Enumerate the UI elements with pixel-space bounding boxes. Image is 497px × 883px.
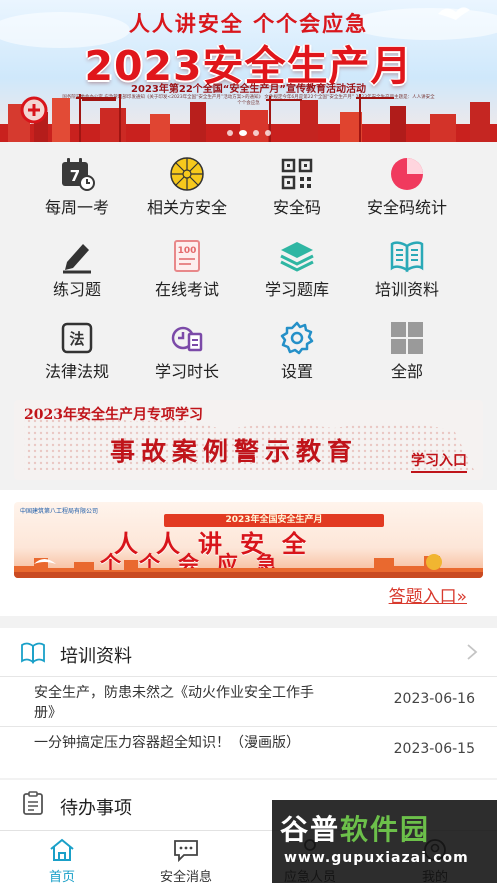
carousel-indicator[interactable] — [0, 130, 497, 136]
study-entry-link[interactable]: 学习入口 — [411, 450, 467, 473]
svg-text:100: 100 — [178, 246, 197, 256]
law-icon: 法 — [61, 322, 93, 354]
grid-item-related-party-safety[interactable]: 相关方安全 — [132, 148, 242, 218]
watermark-title: 谷普软件园 — [280, 808, 430, 848]
gear-icon — [280, 321, 314, 355]
quiz-promo-banner[interactable]: 中国建筑第八工程局有限公司 2023年全国安全生产月 人人讲安全 个个会应急 — [14, 502, 483, 578]
clock-calendar-icon — [171, 326, 203, 352]
site-watermark: 谷普软件园 www.gupuxiazai.com — [272, 800, 497, 883]
grid-item-label: 安全码统计 — [366, 198, 447, 217]
training-item[interactable]: 安全生产，防患未然之《动火作业安全工作手册》 2023-06-16 — [0, 676, 497, 726]
grid-item-weekly-exam[interactable]: 7 每周一考 — [22, 148, 132, 218]
nav-label: 安全消息 — [159, 870, 212, 883]
carousel-dot[interactable] — [252, 130, 259, 136]
todo-section-title: 待办事项 — [60, 798, 132, 819]
app-home-screen: 人人讲安全 个个会应急 2023安全生产月 2023年第22个全国“安全生产月”… — [0, 0, 497, 883]
svg-text:法: 法 — [69, 330, 84, 348]
grid-item-online-exam[interactable]: 100 在线考试 — [132, 230, 242, 300]
training-item-title: 一分钟搞定压力容器超全知识！（漫画版） — [34, 735, 300, 751]
training-materials-section: 培训资料 安全生产，防患未然之《动火作业安全工作手册》 2023-06-16 一… — [0, 628, 497, 778]
grid-item-safety-code-stats[interactable]: 安全码统计 — [352, 148, 462, 218]
calendar-7-icon: 7 — [62, 158, 95, 191]
training-item[interactable]: 一分钟搞定压力容器超全知识！（漫画版） 2023-06-15 — [0, 726, 497, 776]
study-promo-headline: 事故案例警示教育 — [110, 437, 359, 466]
grid-item-study-time[interactable]: 学习时长 — [132, 312, 242, 382]
grid-item-practice[interactable]: 练习题 — [22, 230, 132, 300]
pie-chart-icon — [391, 158, 423, 190]
study-promo-title: 2023年安全生产月专项学习 — [24, 407, 203, 423]
carousel-dot[interactable] — [238, 130, 247, 136]
all-grid-icon — [391, 322, 423, 354]
clipboard-icon — [23, 791, 43, 815]
chevron-right-icon — [467, 644, 478, 660]
home-icon — [50, 838, 74, 861]
score-100-icon: 100 — [174, 240, 200, 272]
message-icon — [174, 840, 198, 863]
carousel-dot[interactable] — [226, 130, 233, 136]
grid-item-safety-code[interactable]: 安全码 — [242, 148, 352, 218]
study-promo-banner[interactable]: 2023年安全生产月专项学习 事故案例警示教育 学习入口 — [14, 400, 483, 480]
grid-item-laws[interactable]: 法 法律法规 — [22, 312, 132, 382]
grid-item-label: 全部 — [390, 362, 423, 381]
grid-item-all[interactable]: 全部 — [352, 312, 462, 382]
pen-sign-icon — [63, 244, 91, 274]
grid-item-label: 培训资料 — [374, 280, 439, 299]
nav-label: 首页 — [48, 870, 75, 883]
watermark-title-part: 软件园 — [340, 813, 431, 846]
training-item-date: 2023-06-16 — [393, 691, 475, 707]
yellow-wheel-icon — [170, 157, 204, 191]
training-item-title: 安全生产，防患未然之《动火作业安全工作手册》 — [34, 685, 314, 721]
quiz-entry-link[interactable]: 答题入口» — [389, 582, 467, 607]
nav-safety-messages[interactable]: 安全消息 — [124, 831, 248, 883]
open-book-icon — [390, 241, 424, 273]
company-logo-text: 中国建筑第八工程局有限公司 — [20, 508, 99, 515]
grid-item-question-bank[interactable]: 学习题库 — [242, 230, 352, 300]
city-illustration — [14, 554, 483, 578]
grid-item-settings[interactable]: 设置 — [242, 312, 352, 382]
book-icon — [21, 642, 45, 664]
carousel-dot[interactable] — [264, 130, 271, 136]
training-section-header[interactable]: 培训资料 — [0, 628, 497, 678]
training-section-title: 培训资料 — [60, 646, 132, 667]
watermark-title-green: 谷普软件园 — [280, 813, 430, 846]
svg-text:7: 7 — [70, 167, 80, 185]
training-item-date: 2023-06-15 — [393, 741, 475, 757]
banner-subtitle: 2023年第22个全国“安全生产月”宣传教育活动活动 — [131, 84, 366, 95]
layers-icon — [280, 242, 314, 272]
nav-home[interactable]: 首页 — [0, 831, 124, 883]
watermark-title-part: 谷普 — [280, 813, 341, 846]
hero-banner[interactable]: 人人讲安全 个个会应急 2023安全生产月 2023年第22个全国“安全生产月”… — [0, 0, 497, 142]
grid-item-training-material[interactable]: 培训资料 — [352, 230, 462, 300]
qr-code-icon — [281, 158, 313, 190]
watermark-url: www.gupuxiazai.com — [284, 850, 469, 866]
